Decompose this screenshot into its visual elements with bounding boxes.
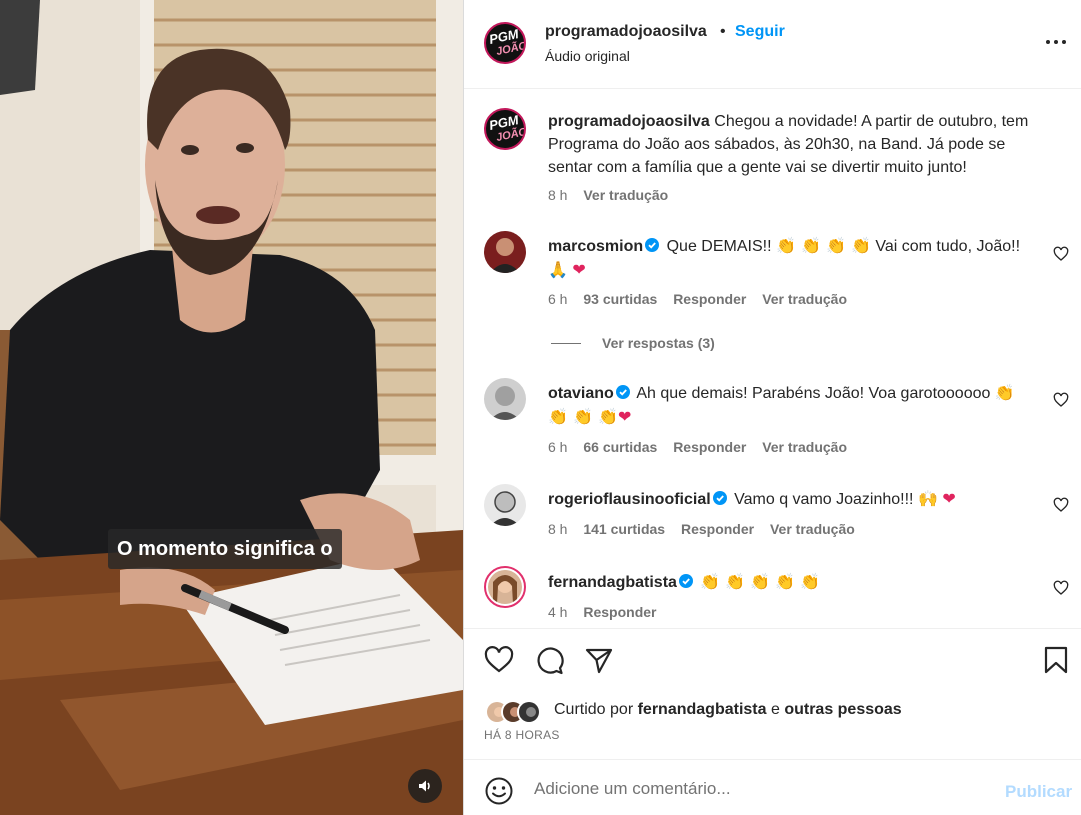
audio-link[interactable]: Áudio original <box>545 48 630 64</box>
comment-time[interactable]: 8 h <box>548 521 567 537</box>
comment-username[interactable]: otaviano <box>548 385 614 402</box>
liked-by-text: Curtido por fernandagbatista e outras pe… <box>554 701 902 719</box>
reply-button[interactable]: Responder <box>673 439 746 455</box>
liked-by-prefix: Curtido por <box>554 701 638 718</box>
reply-button[interactable]: Responder <box>583 604 656 620</box>
verified-badge-icon <box>678 574 693 588</box>
post-actions: Curtido por fernandagbatista e outras pe… <box>464 628 1081 815</box>
clapping-hands-emoji: 👏 👏 👏 👏 👏 <box>700 572 821 591</box>
raising-hands-emoji: 🙌 <box>917 489 938 508</box>
caption-author-avatar[interactable]: PGM JOÃO <box>484 108 526 150</box>
comment-text: Vamo q vamo Joazinho!!! <box>734 491 918 508</box>
comment-meta: 6 h 93 curtidas Responder Ver tradução <box>548 291 859 307</box>
caption-time[interactable]: 8 h <box>548 187 567 203</box>
post-caption: programadojoaosilva Chegou a novidade! A… <box>548 110 1038 179</box>
comment-avatar[interactable] <box>484 231 526 273</box>
comment-meta: 6 h 66 curtidas Responder Ver tradução <box>548 439 859 455</box>
comment-username[interactable]: marcosmion <box>548 238 643 255</box>
comment-body: fernandagbatista 👏 👏 👏 👏 👏 <box>548 570 1038 594</box>
comment-likes[interactable]: 141 curtidas <box>583 521 665 537</box>
liked-by-others-link[interactable]: outras pessoas <box>784 701 901 718</box>
red-heart-emoji: ❤ <box>942 489 956 508</box>
comment-meta: 8 h 141 curtidas Responder Ver tradução <box>548 521 867 537</box>
like-comment-heart-icon[interactable] <box>1053 580 1069 596</box>
comment-meta: 4 h Responder <box>548 604 668 620</box>
add-comment-bar: Publicar <box>464 759 1081 815</box>
like-comment-heart-icon[interactable] <box>1053 246 1069 262</box>
replies-divider <box>551 343 581 344</box>
comment-avatar[interactable] <box>484 378 526 420</box>
red-heart-emoji: ❤ <box>572 260 586 279</box>
comment-body: rogerioflausinooficial Vamo q vamo Joazi… <box>548 487 1038 511</box>
comment-avatar-story[interactable] <box>484 566 526 608</box>
view-replies-button[interactable]: Ver respostas (3) <box>602 335 715 351</box>
avatar-image <box>484 484 526 526</box>
comment-text-2: Vai com tudo, João!! <box>870 238 1021 255</box>
comment-body: marcosmion Que DEMAIS!! 👏 👏 👏 👏 Vai com … <box>548 234 1038 282</box>
comment-time[interactable]: 6 h <box>548 291 567 307</box>
verified-badge-icon <box>712 491 727 505</box>
comments-list[interactable]: PGM JOÃO programadojoaosilva Chegou a no… <box>464 90 1081 628</box>
comment-input[interactable] <box>534 772 984 806</box>
post-header: PGM JOÃO programadojoaosilva • Seguir Áu… <box>464 0 1081 89</box>
reply-button[interactable]: Responder <box>673 291 746 307</box>
caption-username[interactable]: programadojoaosilva <box>548 113 710 130</box>
like-comment-heart-icon[interactable] <box>1053 497 1069 513</box>
translate-link[interactable]: Ver tradução <box>762 291 847 307</box>
avatar-image <box>484 231 526 273</box>
caption-translate-link[interactable]: Ver tradução <box>583 187 668 203</box>
praying-hands-emoji: 🙏 <box>548 260 568 279</box>
post-panel: PGM JOÃO programadojoaosilva • Seguir Áu… <box>463 0 1081 815</box>
separator-dot: • <box>720 23 726 40</box>
liked-by-join: e <box>766 701 785 718</box>
heart-icon[interactable] <box>483 644 515 676</box>
more-horizontal-icon[interactable] <box>1044 30 1068 54</box>
emoji-icon[interactable] <box>484 776 514 806</box>
translate-link[interactable]: Ver tradução <box>770 521 855 537</box>
author-username[interactable]: programadojoaosilva <box>545 23 707 41</box>
post-timestamp[interactable]: HÁ 8 HORAS <box>484 728 560 742</box>
reply-button[interactable]: Responder <box>681 521 754 537</box>
video-frame <box>0 0 463 815</box>
red-heart-emoji: ❤ <box>617 407 632 426</box>
sound-toggle-button[interactable] <box>408 769 442 803</box>
translate-link[interactable]: Ver tradução <box>762 439 847 455</box>
clapping-hands-emoji: 👏 👏 👏 👏 <box>775 236 871 255</box>
bookmark-icon[interactable] <box>1040 644 1072 676</box>
verified-badge-icon <box>645 238 660 252</box>
liked-by-username[interactable]: fernandagbatista <box>638 701 767 718</box>
send-icon[interactable] <box>583 644 615 676</box>
comment-text: Ah que demais! Parabéns João! Voa garoto… <box>636 385 995 402</box>
publish-button[interactable]: Publicar <box>1005 782 1072 802</box>
comment-username[interactable]: fernandagbatista <box>548 574 677 591</box>
comment-username[interactable]: rogerioflausinooficial <box>548 491 711 508</box>
author-avatar[interactable]: PGM JOÃO <box>484 22 526 64</box>
comment-icon[interactable] <box>533 644 565 676</box>
like-comment-heart-icon[interactable] <box>1053 392 1069 408</box>
verified-badge-icon <box>615 385 630 399</box>
comment-time[interactable]: 4 h <box>548 604 567 620</box>
comment-likes[interactable]: 66 curtidas <box>583 439 657 455</box>
avatar-image <box>484 378 526 420</box>
liked-by-avatars[interactable] <box>485 698 541 726</box>
speaker-icon <box>419 780 430 792</box>
comment-avatar[interactable] <box>484 484 526 526</box>
caption-meta: 8 h Ver tradução <box>548 187 680 203</box>
comment-likes[interactable]: 93 curtidas <box>583 291 657 307</box>
comment-body: otaviano Ah que demais! Parabéns João! V… <box>548 381 1038 429</box>
follow-button[interactable]: Seguir <box>735 23 785 41</box>
video-player[interactable]: O momento significa o <box>0 0 463 815</box>
comment-time[interactable]: 6 h <box>548 439 567 455</box>
video-subtitle: O momento significa o <box>108 529 342 569</box>
liker-avatar <box>517 700 541 724</box>
avatar-image <box>488 570 522 604</box>
comment-text: Que DEMAIS!! <box>666 238 776 255</box>
